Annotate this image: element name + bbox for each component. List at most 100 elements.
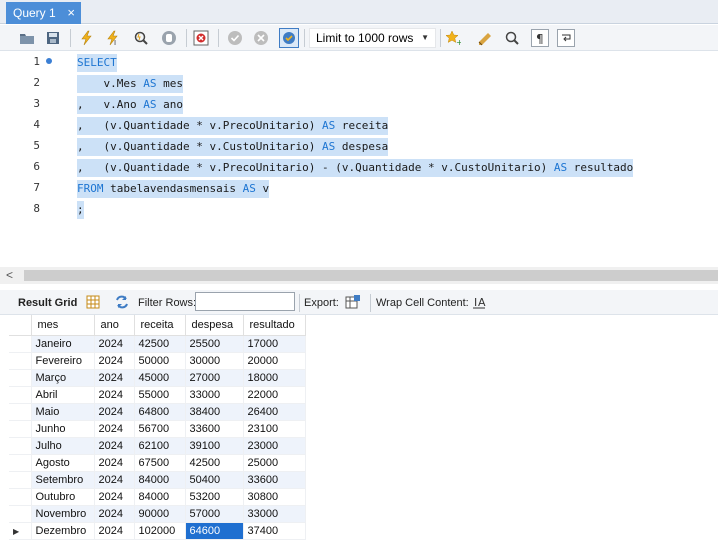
row-header-cell[interactable]	[9, 352, 32, 370]
row-header-cell[interactable]	[9, 454, 32, 472]
table-cell-despesa[interactable]: 33000	[185, 386, 244, 404]
table-cell-mes[interactable]: Julho	[31, 437, 95, 455]
table-cell-ano[interactable]: 2024	[94, 352, 135, 370]
table-cell-despesa[interactable]: 25500	[185, 335, 244, 353]
code-line[interactable]: SELECT	[77, 54, 117, 72]
table-cell-despesa[interactable]: 57000	[185, 505, 244, 523]
limit-rows-select[interactable]: Limit to 1000 rows ▼	[309, 28, 436, 48]
table-cell-mes[interactable]: Agosto	[31, 454, 95, 472]
table-cell-mes[interactable]: Novembro	[31, 505, 95, 523]
row-header-cell[interactable]	[9, 505, 32, 523]
row-header-cell[interactable]	[9, 335, 32, 353]
table-cell-resultado[interactable]: 33600	[243, 471, 306, 489]
execute-icon[interactable]	[78, 29, 96, 47]
table-cell-despesa[interactable]: 64600	[185, 522, 244, 540]
table-cell-ano[interactable]: 2024	[94, 454, 135, 472]
row-header-cell[interactable]	[9, 403, 32, 421]
table-cell-receita[interactable]: 55000	[134, 386, 186, 404]
table-cell-despesa[interactable]: 30000	[185, 352, 244, 370]
table-cell-mes[interactable]: Dezembro	[31, 522, 95, 540]
table-cell-receita[interactable]: 67500	[134, 454, 186, 472]
rollback-icon[interactable]	[252, 29, 270, 47]
code-line[interactable]: , v.Ano AS ano	[77, 96, 183, 114]
row-header-cell[interactable]	[9, 437, 32, 455]
table-row[interactable]: Janeiro 2024 42500 25500 17000	[9, 335, 306, 353]
explain-icon[interactable]	[132, 29, 150, 47]
table-cell-resultado[interactable]: 17000	[243, 335, 306, 353]
invisible-chars-icon[interactable]: ¶	[531, 29, 549, 47]
table-cell-despesa[interactable]: 27000	[185, 369, 244, 387]
table-cell-mes[interactable]: Abril	[31, 386, 95, 404]
table-cell-resultado[interactable]: 33000	[243, 505, 306, 523]
table-row[interactable]: Março 2024 45000 27000 18000	[9, 369, 306, 387]
column-header[interactable]: resultado	[243, 315, 306, 336]
table-row[interactable]: Agosto 2024 67500 42500 25000	[9, 454, 306, 472]
tab-query-1[interactable]: Query 1 ×	[6, 2, 81, 24]
wrap-icon[interactable]	[557, 29, 575, 47]
table-cell-ano[interactable]: 2024	[94, 471, 135, 489]
table-cell-mes[interactable]: Fevereiro	[31, 352, 95, 370]
refresh-icon[interactable]	[113, 293, 131, 311]
toggle-error-icon[interactable]	[192, 29, 210, 47]
table-cell-despesa[interactable]: 42500	[185, 454, 244, 472]
table-cell-receita[interactable]: 45000	[134, 369, 186, 387]
table-cell-receita[interactable]: 102000	[134, 522, 186, 540]
result-grid-label[interactable]: Result Grid	[18, 297, 77, 309]
code-line[interactable]: , (v.Quantidade * v.CustoUnitario) AS de…	[77, 138, 389, 156]
column-header[interactable]: receita	[134, 315, 186, 336]
table-cell-despesa[interactable]: 39100	[185, 437, 244, 455]
table-cell-resultado[interactable]: 22000	[243, 386, 306, 404]
table-cell-receita[interactable]: 84000	[134, 488, 186, 506]
table-cell-mes[interactable]: Março	[31, 369, 95, 387]
result-grid[interactable]: mes ano receita despesa resultado Janeir…	[9, 315, 306, 540]
table-cell-ano[interactable]: 2024	[94, 335, 135, 353]
table-cell-resultado[interactable]: 30800	[243, 488, 306, 506]
scroll-left-arrow-icon[interactable]: <	[6, 268, 13, 282]
table-cell-mes[interactable]: Janeiro	[31, 335, 95, 353]
code-line[interactable]: v.Mes AS mes	[77, 75, 183, 93]
table-cell-receita[interactable]: 64800	[134, 403, 186, 421]
execute-statement-icon[interactable]: I	[104, 29, 122, 47]
table-cell-resultado[interactable]: 18000	[243, 369, 306, 387]
table-row[interactable]: Setembro 2024 84000 50400 33600	[9, 471, 306, 489]
table-cell-receita[interactable]: 84000	[134, 471, 186, 489]
column-header[interactable]: ano	[94, 315, 135, 336]
table-cell-ano[interactable]: 2024	[94, 488, 135, 506]
table-cell-receita[interactable]: 90000	[134, 505, 186, 523]
table-row[interactable]: Fevereiro 2024 50000 30000 20000	[9, 352, 306, 370]
table-cell-ano[interactable]: 2024	[94, 505, 135, 523]
table-cell-resultado[interactable]: 23000	[243, 437, 306, 455]
table-cell-ano[interactable]: 2024	[94, 369, 135, 387]
row-header-cell[interactable]	[9, 420, 32, 438]
table-cell-receita[interactable]: 56700	[134, 420, 186, 438]
table-cell-ano[interactable]: 2024	[94, 403, 135, 421]
table-cell-despesa[interactable]: 38400	[185, 403, 244, 421]
beautify-icon[interactable]	[476, 29, 494, 47]
autocommit-icon[interactable]	[279, 28, 299, 48]
table-cell-despesa[interactable]: 53200	[185, 488, 244, 506]
table-cell-resultado[interactable]: 37400	[243, 522, 306, 540]
row-header-cell[interactable]	[9, 386, 32, 404]
code-line[interactable]: ;	[77, 201, 84, 219]
table-cell-resultado[interactable]: 26400	[243, 403, 306, 421]
column-header[interactable]: mes	[31, 315, 95, 336]
table-cell-resultado[interactable]: 23100	[243, 420, 306, 438]
table-cell-mes[interactable]: Setembro	[31, 471, 95, 489]
folder-open-icon[interactable]	[18, 29, 36, 47]
table-cell-mes[interactable]: Outubro	[31, 488, 95, 506]
commit-icon[interactable]	[226, 29, 244, 47]
table-cell-resultado[interactable]: 25000	[243, 454, 306, 472]
table-cell-mes[interactable]: Maio	[31, 403, 95, 421]
table-row[interactable]: Outubro 2024 84000 53200 30800	[9, 488, 306, 506]
table-cell-resultado[interactable]: 20000	[243, 352, 306, 370]
scrollbar-thumb[interactable]	[24, 270, 718, 281]
code-line[interactable]: FROM tabelavendasmensais AS v	[77, 180, 270, 198]
row-header-cell[interactable]	[9, 471, 32, 489]
export-icon[interactable]	[344, 293, 362, 311]
save-icon[interactable]	[44, 29, 62, 47]
close-tab-icon[interactable]: ×	[67, 5, 75, 20]
code-line[interactable]: , (v.Quantidade * v.PrecoUnitario) AS re…	[77, 117, 389, 135]
wrap-cell-icon[interactable]: IA	[470, 293, 488, 311]
table-row[interactable]: Abril 2024 55000 33000 22000	[9, 386, 306, 404]
filter-rows-input[interactable]	[195, 292, 295, 311]
